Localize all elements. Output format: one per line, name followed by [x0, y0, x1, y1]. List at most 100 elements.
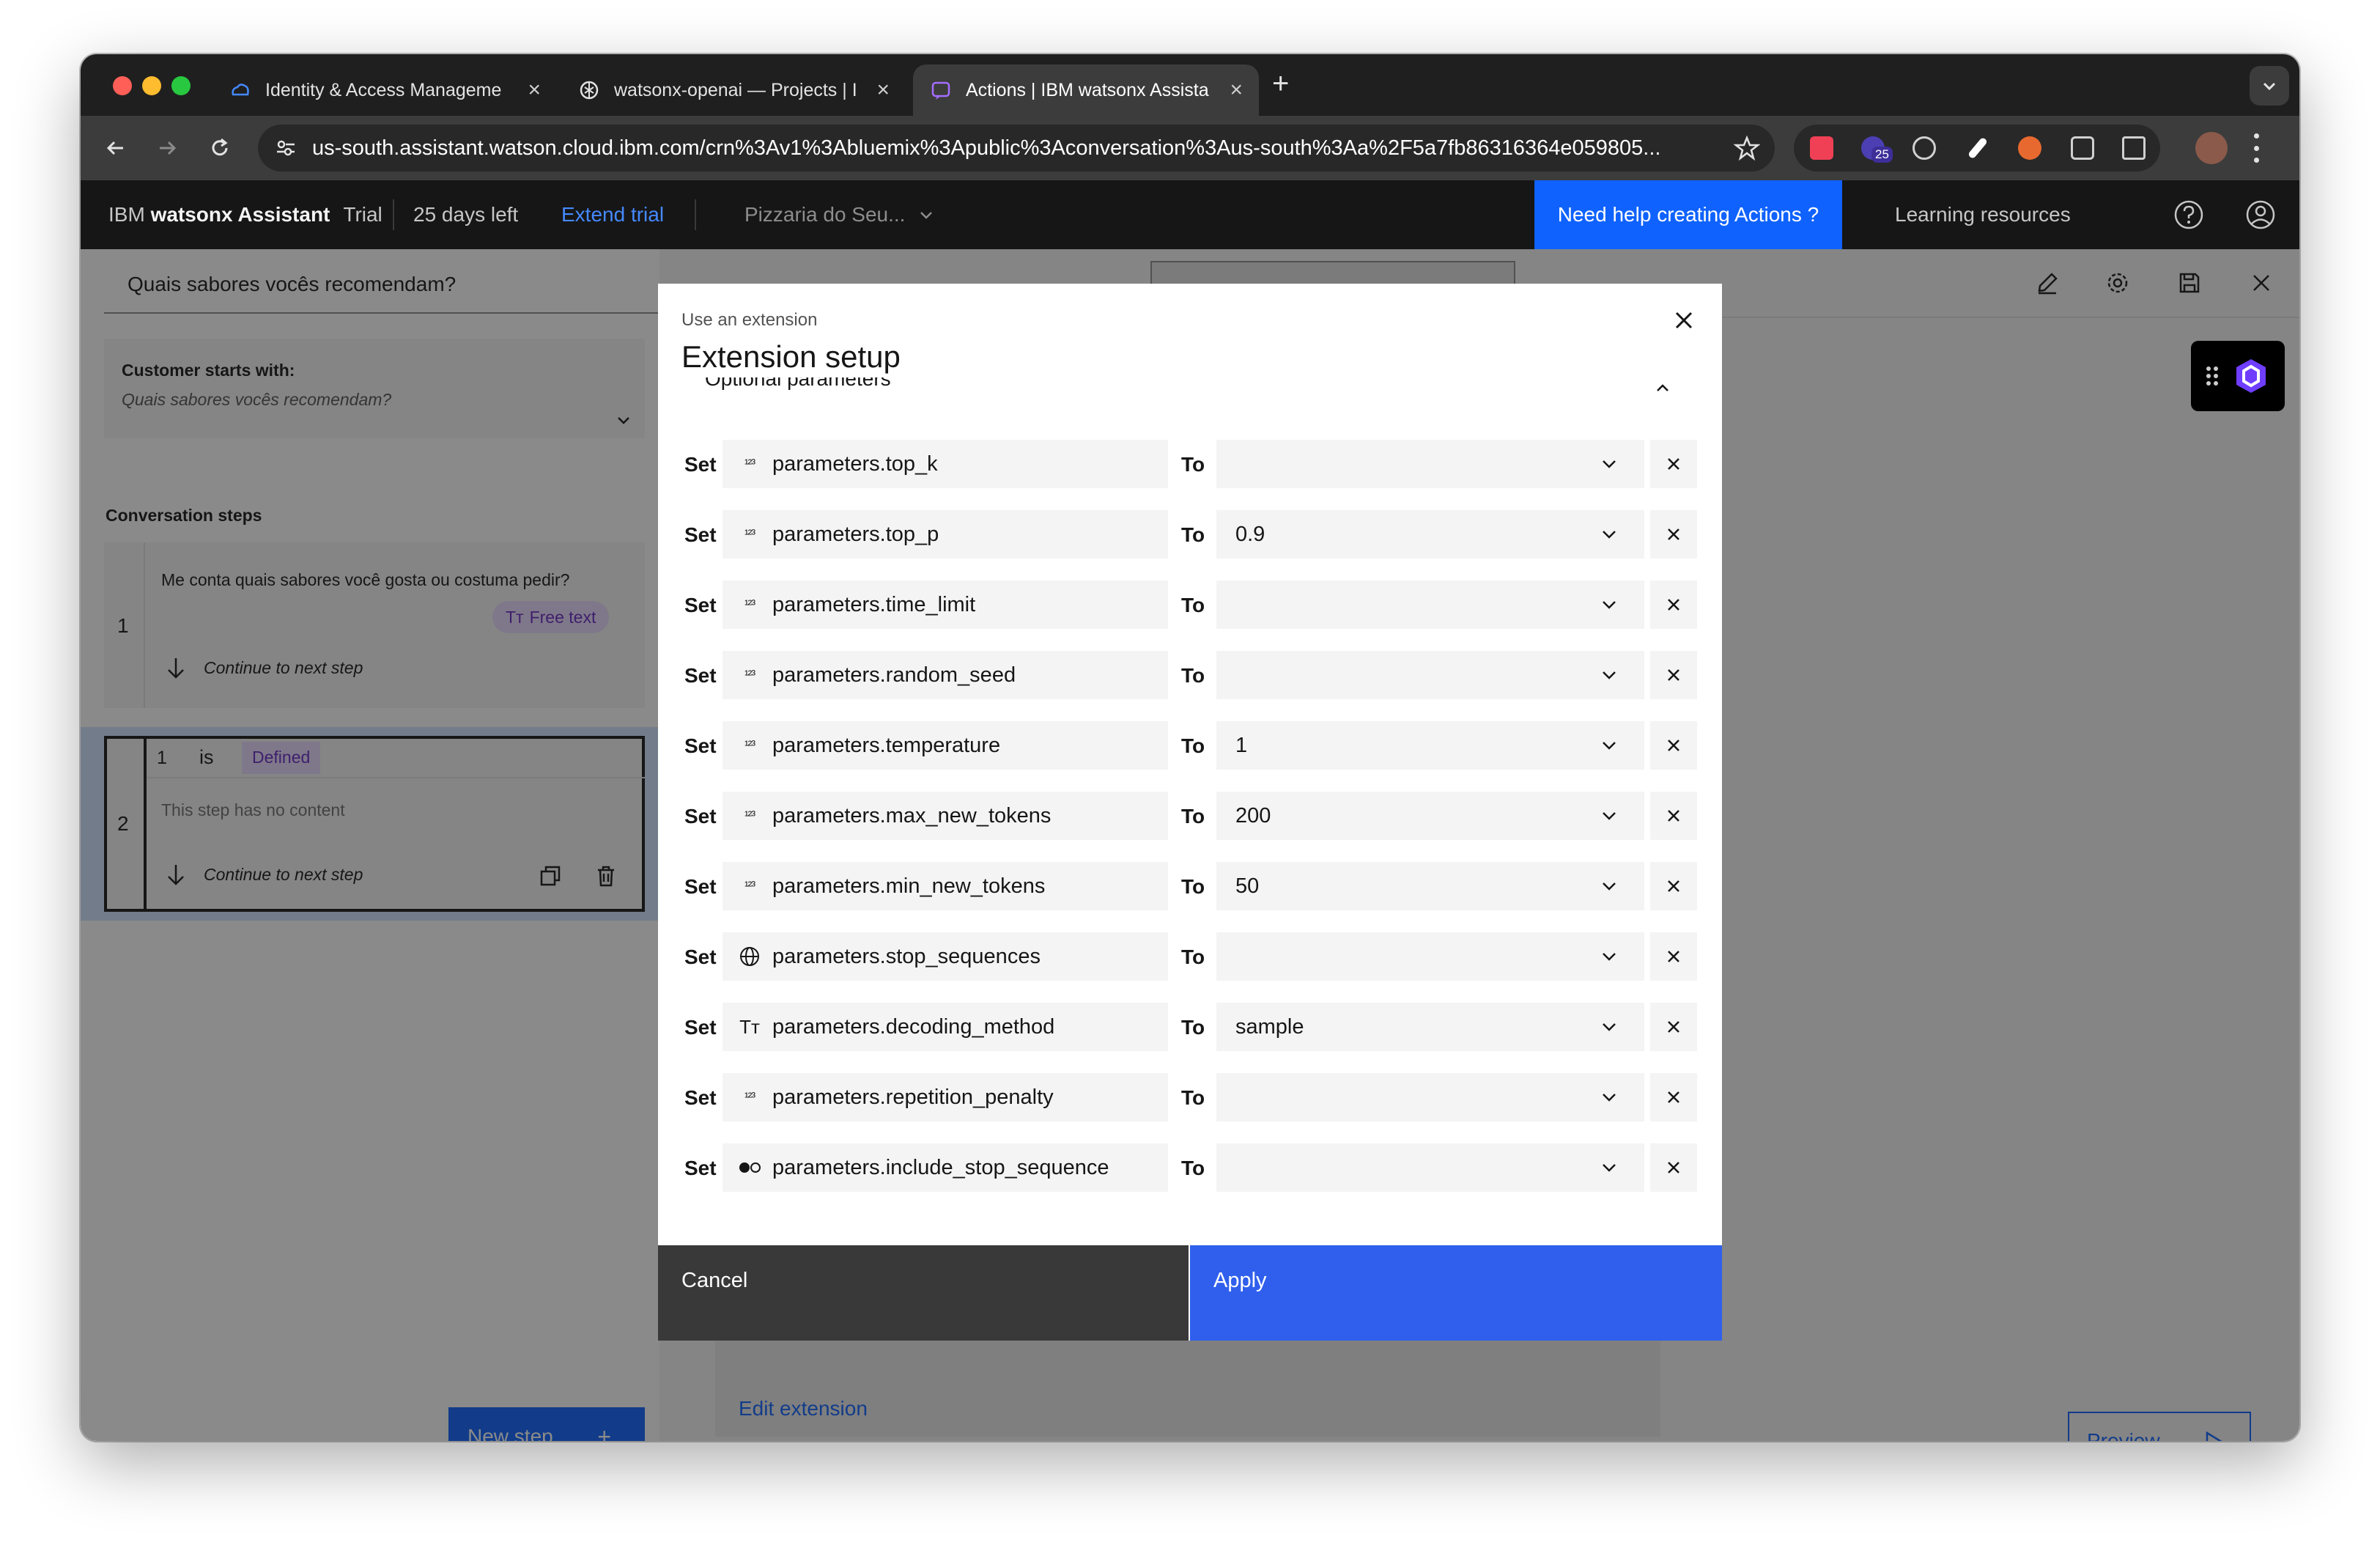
extend-trial-link[interactable]: Extend trial [561, 180, 664, 249]
chevron-down-icon [1603, 1164, 1616, 1172]
value-dropdown[interactable] [1216, 440, 1644, 488]
value-dropdown[interactable]: sample [1216, 1003, 1644, 1051]
variable-selector[interactable]: ¹²³ parameters.random_seed [722, 651, 1168, 699]
variable-selector[interactable]: parameters.stop_sequences [722, 932, 1168, 981]
variable-selector[interactable]: ¹²³ parameters.repetition_penalty [722, 1073, 1168, 1121]
variable-name: parameters.repetition_penalty [772, 1085, 1054, 1109]
variable-selector[interactable]: ¹²³ parameters.min_new_tokens [722, 862, 1168, 910]
drag-handle-icon [2206, 366, 2218, 386]
browser-tab-iam[interactable]: Identity & Access Manageme × [212, 64, 557, 116]
help-icon[interactable] [2173, 199, 2204, 230]
value-dropdown[interactable] [1216, 932, 1644, 981]
variable-selector[interactable]: ¹²³ parameters.top_k [722, 440, 1168, 488]
value-dropdown[interactable]: 200 [1216, 792, 1644, 840]
boolean-icon [737, 1155, 762, 1180]
number-icon: ¹²³ [744, 597, 755, 611]
set-label: Set [684, 664, 717, 687]
modal-close-button[interactable] [1669, 306, 1699, 335]
pocket-extension-icon[interactable] [1810, 136, 1833, 160]
set-label: Set [684, 1086, 717, 1109]
variable-selector[interactable]: ¹²³ parameters.max_new_tokens [722, 792, 1168, 840]
parameter-row: Set ¹²³ parameters.random_seed To [658, 651, 1722, 699]
site-settings-icon[interactable] [274, 136, 298, 160]
learning-resources-link[interactable]: Learning resources [1895, 180, 2071, 249]
assistant-switcher[interactable]: Pizzaria do Seu... [744, 180, 934, 249]
ibm-extension-icon[interactable] [2018, 136, 2041, 160]
variable-selector[interactable]: ¹²³ parameters.time_limit [722, 580, 1168, 629]
value-dropdown[interactable]: 0.9 [1216, 510, 1644, 559]
remove-parameter-button[interactable] [1650, 932, 1697, 981]
remove-parameter-button[interactable] [1650, 510, 1697, 559]
help-creating-actions-button[interactable]: Need help creating Actions ? [1534, 180, 1842, 249]
browser-tab-watsonx-projects[interactable]: watsonx-openai — Projects | I × [561, 64, 906, 116]
close-tab-icon[interactable]: × [528, 78, 541, 103]
remove-parameter-button[interactable] [1650, 721, 1697, 770]
to-label: To [1181, 1086, 1205, 1109]
chevron-down-icon [1603, 953, 1616, 961]
address-bar[interactable]: us-south.assistant.watson.cloud.ibm.com/… [258, 125, 1775, 172]
color-picker-icon[interactable] [1967, 136, 1989, 160]
back-button[interactable] [100, 132, 132, 164]
modal-label: Use an extension [681, 310, 818, 330]
chevron-down-icon [1603, 460, 1616, 468]
react-devtools-icon[interactable] [1912, 136, 1936, 160]
chevron-down-icon [1603, 1094, 1616, 1102]
remove-parameter-button[interactable] [1650, 651, 1697, 699]
extension-setup-modal: Use an extension Extension setup Optiona… [658, 284, 1722, 1341]
remove-parameter-button[interactable] [1650, 440, 1697, 488]
assistant-launcher[interactable] [2191, 341, 2285, 411]
to-label: To [1181, 664, 1205, 687]
variable-selector[interactable]: Tт parameters.decoding_method [722, 1003, 1168, 1051]
user-profile-icon[interactable] [2245, 199, 2276, 230]
number-icon: ¹²³ [744, 527, 755, 541]
remove-parameter-button[interactable] [1650, 1003, 1697, 1051]
remove-parameter-button[interactable] [1650, 792, 1697, 840]
arrow-right-icon [160, 141, 177, 155]
variable-selector[interactable]: parameters.include_stop_sequence [722, 1143, 1168, 1192]
variable-name: parameters.top_p [772, 522, 939, 546]
remove-parameter-button[interactable] [1650, 580, 1697, 629]
variable-selector[interactable]: ¹²³ parameters.top_p [722, 510, 1168, 559]
forward-button[interactable] [151, 132, 183, 164]
value-dropdown[interactable] [1216, 1073, 1644, 1121]
remove-parameter-button[interactable] [1650, 1073, 1697, 1121]
minimize-window-button[interactable] [142, 76, 161, 95]
incognito-icon[interactable] [2071, 136, 2094, 160]
tab-search-button[interactable] [2250, 66, 2289, 106]
variable-selector[interactable]: ¹²³ parameters.temperature [722, 721, 1168, 770]
value-text: sample [1235, 1014, 1304, 1039]
extensions-puzzle-icon[interactable] [2122, 136, 2146, 160]
remove-parameter-button[interactable] [1650, 862, 1697, 910]
profile-avatar[interactable] [2195, 132, 2228, 164]
value-dropdown[interactable] [1216, 1143, 1644, 1192]
close-tab-icon[interactable]: × [876, 78, 890, 103]
to-label: To [1181, 453, 1205, 476]
reload-button[interactable] [204, 132, 236, 164]
set-label: Set [684, 523, 717, 546]
chevron-down-icon [1603, 531, 1616, 539]
url-text: us-south.assistant.watson.cloud.ibm.com/… [312, 136, 1661, 160]
set-label: Set [684, 805, 717, 828]
to-label: To [1181, 805, 1205, 828]
browser-menu-icon[interactable] [2254, 133, 2260, 163]
browser-tab-actions[interactable]: Actions | IBM watsonx Assista × [913, 64, 1259, 116]
optional-parameters-header[interactable]: Optional parameters [705, 377, 1677, 395]
new-tab-button[interactable]: + [1272, 67, 1289, 100]
value-dropdown[interactable]: 50 [1216, 862, 1644, 910]
value-text: 1 [1235, 733, 1248, 757]
number-icon: ¹²³ [744, 808, 755, 822]
bookmark-star-icon[interactable] [1734, 135, 1760, 161]
value-dropdown[interactable] [1216, 651, 1644, 699]
close-tab-icon[interactable]: × [1230, 78, 1243, 103]
maximize-window-button[interactable] [171, 76, 191, 95]
remove-parameter-button[interactable] [1650, 1143, 1697, 1192]
parameter-row: Set parameters.include_stop_sequence To [658, 1143, 1722, 1192]
product-name[interactable]: IBM watsonx Assistant Trial [108, 180, 382, 249]
value-dropdown[interactable] [1216, 580, 1644, 629]
value-dropdown[interactable]: 1 [1216, 721, 1644, 770]
chevron-down-icon [1603, 601, 1616, 609]
cancel-button[interactable]: Cancel [658, 1245, 1189, 1341]
close-icon [1668, 880, 1679, 892]
apply-button[interactable]: Apply [1190, 1245, 1722, 1341]
close-window-button[interactable] [113, 76, 132, 95]
